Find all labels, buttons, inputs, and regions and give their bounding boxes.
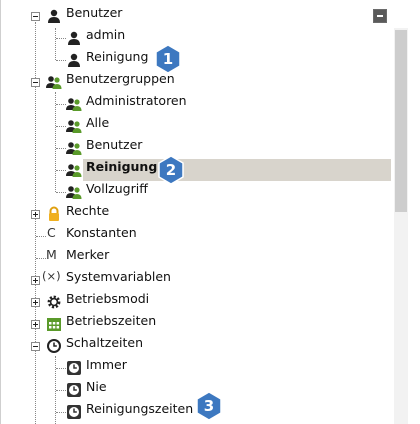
- lock-icon: [49, 206, 59, 221]
- user-group-icon: [66, 186, 82, 199]
- tree-branch: [36, 258, 46, 259]
- tree-node-merker[interactable]: Merker: [66, 247, 109, 262]
- user-group-icon: [66, 164, 82, 177]
- tree-node-vollzugriff[interactable]: Vollzugriff: [86, 181, 148, 196]
- tree-node-konstanten[interactable]: Konstanten: [66, 225, 137, 240]
- callout-number: 2: [165, 161, 177, 179]
- expander-betriebszeiten[interactable]: [31, 320, 40, 329]
- expander-rechte[interactable]: [31, 210, 40, 219]
- user-icon: [68, 53, 80, 67]
- callout-badge: 2: [156, 155, 186, 185]
- tree-panel: [0, 0, 420, 424]
- tree-node-benutzer[interactable]: Benutzer: [66, 5, 122, 20]
- tree-node-alle[interactable]: Alle: [86, 115, 109, 130]
- tree-node-reinigung-group[interactable]: Reinigung: [86, 159, 157, 174]
- expander-benutzergruppen[interactable]: [31, 78, 40, 87]
- tree-branch: [36, 236, 46, 237]
- expander-benutzer[interactable]: [31, 12, 40, 21]
- tree-branch: [56, 170, 66, 171]
- user-group-icon: [66, 98, 82, 111]
- tree-branch: [56, 126, 66, 127]
- user-group-icon: [66, 120, 82, 133]
- tree-branch: [56, 192, 66, 193]
- tree-node-systemvariablen[interactable]: Systemvariablen: [66, 269, 171, 284]
- tree-node-nie[interactable]: Nie: [86, 379, 107, 394]
- clock-icon: [67, 405, 81, 419]
- user-group-icon: [66, 142, 82, 155]
- tree-node-betriebszeiten[interactable]: Betriebszeiten: [66, 313, 156, 328]
- gear-icon: [47, 295, 61, 309]
- user-icon: [48, 9, 60, 23]
- tree-node-administratoren[interactable]: Administratoren: [86, 93, 187, 108]
- tree-branch: [56, 104, 66, 105]
- expander-betriebsmodi[interactable]: [31, 298, 40, 307]
- scrollbar-thumb[interactable]: [395, 30, 407, 212]
- tree-node-betriebsmodi[interactable]: Betriebsmodi: [66, 291, 149, 306]
- calendar-icon: [47, 318, 61, 331]
- clock-icon: [67, 383, 81, 397]
- tree-branch: [56, 148, 66, 149]
- tree-node-admin[interactable]: admin: [86, 27, 125, 42]
- tree-branch: [56, 38, 66, 39]
- expander-schaltzeiten[interactable]: [31, 342, 40, 351]
- tree-branch: [56, 412, 66, 413]
- callout-number: 1: [162, 50, 174, 68]
- expander-systemvariablen[interactable]: [31, 276, 40, 285]
- tree-guide-groups: [55, 92, 56, 192]
- clock-icon: [67, 361, 81, 375]
- tree-branch: [56, 390, 66, 391]
- tree-node-rechte[interactable]: Rechte: [66, 203, 109, 218]
- tree-node-reinigungszeiten[interactable]: Reinigungszeiten: [86, 401, 193, 416]
- tree-node-reinigung-user[interactable]: Reinigung: [86, 49, 148, 64]
- tree-node-benutzer-group[interactable]: Benutzer: [86, 137, 142, 152]
- user-group-icon: [46, 76, 62, 89]
- tree-node-immer[interactable]: Immer: [86, 357, 127, 372]
- system-variable-icon: (×): [42, 269, 61, 283]
- clock-icon: [47, 339, 61, 353]
- collapse-all-button[interactable]: [373, 9, 387, 23]
- user-icon: [68, 31, 80, 45]
- callout-badge: 1: [153, 44, 183, 74]
- tree-guide-benutzer: [55, 28, 56, 60]
- tree-node-schaltzeiten[interactable]: Schaltzeiten: [66, 335, 143, 350]
- callout-number: 3: [203, 397, 215, 415]
- callout-badge: 3: [194, 391, 224, 421]
- flag-variable-icon: M: [46, 247, 57, 262]
- tree-branch: [56, 60, 66, 61]
- constant-icon: C: [47, 225, 56, 240]
- tree-branch: [56, 368, 66, 369]
